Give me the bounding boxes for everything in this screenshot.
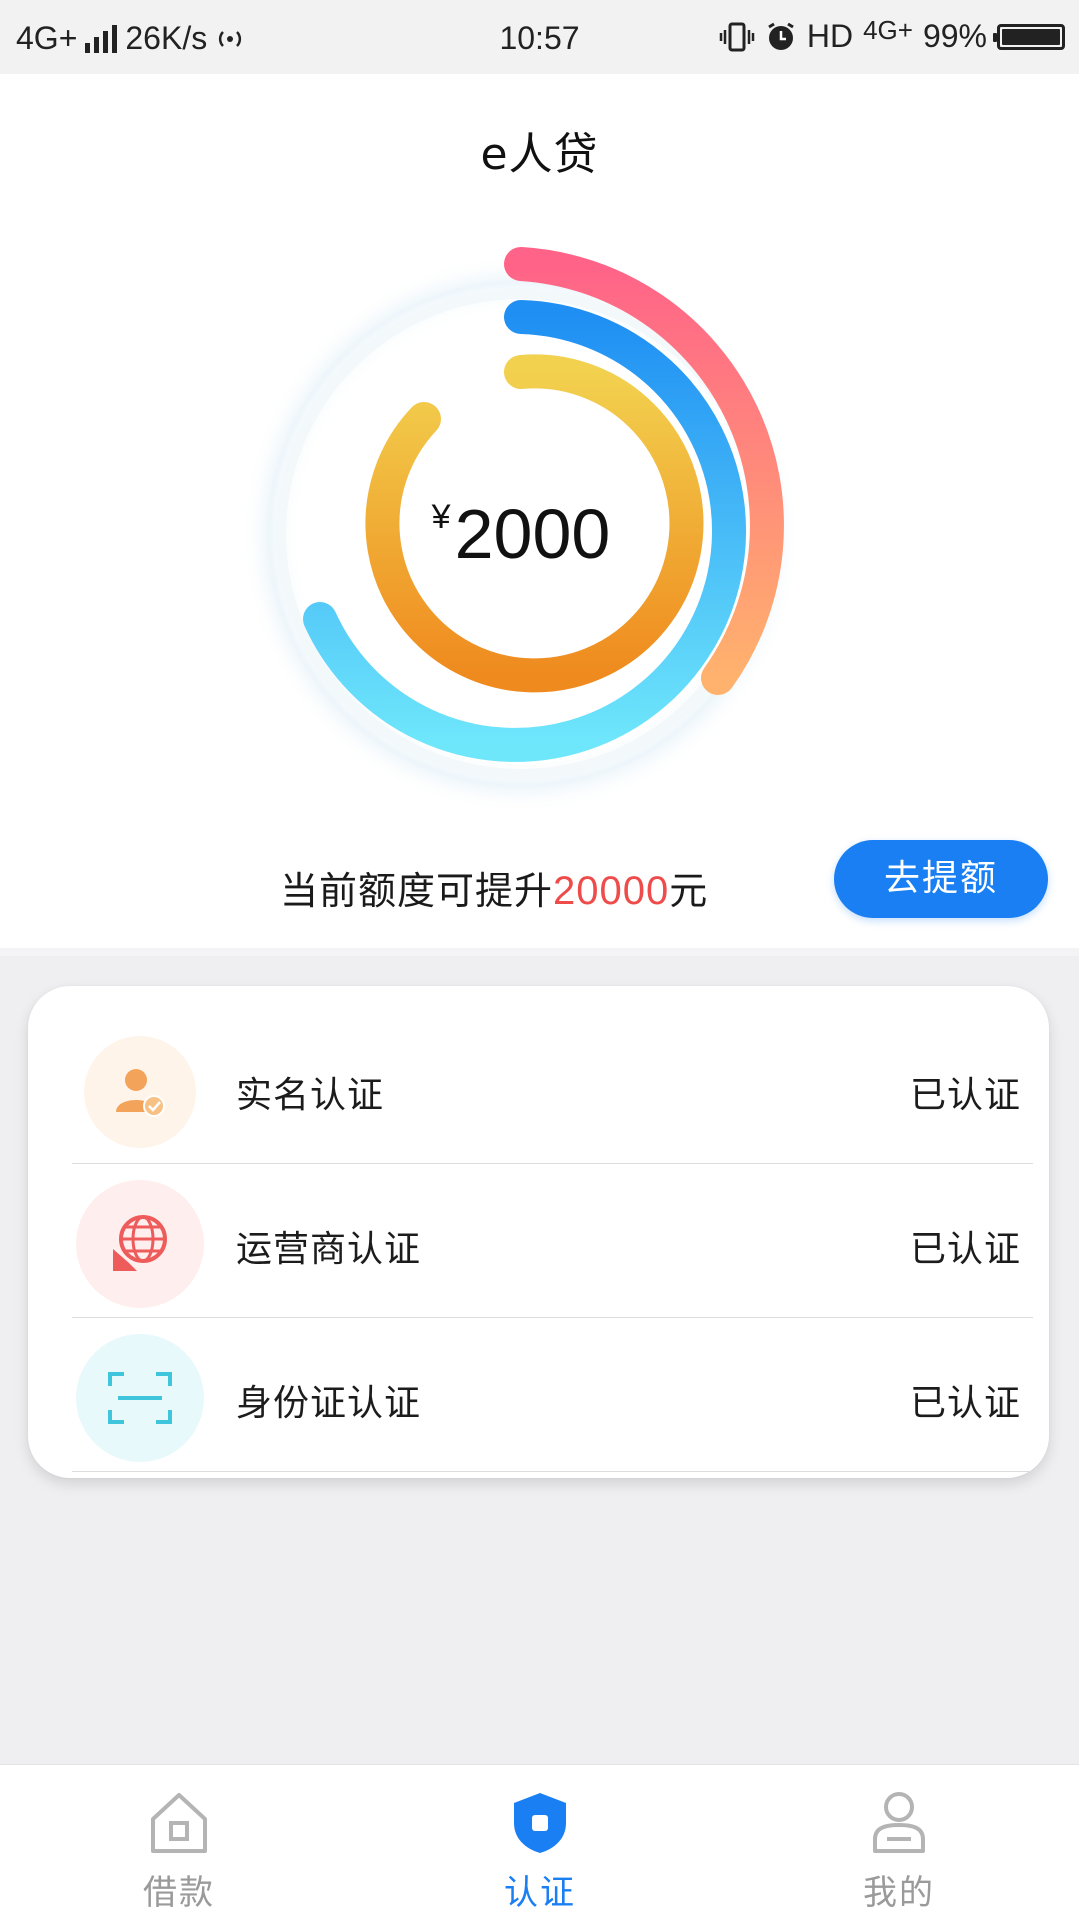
verification-row-idcard[interactable]: 身份证认证 已认证 [72, 1318, 1033, 1472]
verification-status: 已认证 [909, 1075, 1021, 1116]
credit-amount: ¥2000 [238, 494, 804, 574]
verification-status: 已认证 [909, 1383, 1021, 1424]
home-icon [151, 1793, 207, 1853]
divider [0, 948, 1079, 956]
verification-card: 实名认证 已认证 运营商认证 已认证 身份证认证 已认证 [28, 986, 1049, 1478]
credit-ring-chart: ¥2000 [238, 244, 804, 810]
shield-icon [514, 1793, 566, 1853]
currency-symbol: ¥ [431, 498, 451, 536]
user-check-icon [84, 1036, 196, 1148]
raise-limit-button[interactable]: 去提额 [834, 840, 1048, 918]
credit-hero: e人贷 ¥2000 当前额度可提升20000元 去提额 [0, 74, 1079, 948]
verification-status: 已认证 [909, 1229, 1021, 1270]
verification-label: 运营商认证 [236, 1229, 422, 1270]
nav-item-loan[interactable]: 借款 [49, 1765, 309, 1917]
page-title: e人贷 [480, 129, 599, 180]
verification-row-realname[interactable]: 实名认证 已认证 [72, 1010, 1033, 1164]
hd-indicator: HD [806, 18, 854, 54]
nav-item-mine[interactable]: 我的 [769, 1765, 1029, 1917]
scan-icon [76, 1334, 204, 1462]
bottom-nav: 借款 认证 我的 [0, 1764, 1079, 1917]
promo-amount: 20000 [553, 869, 670, 913]
status-bar: 4G+ 26K/s 10:57 HD 4G+ 99% [0, 0, 1079, 74]
battery-icon [993, 23, 1065, 50]
globe-icon [76, 1180, 204, 1308]
nav-item-verify[interactable]: 认证 [410, 1765, 670, 1917]
promo-prefix: 当前额度可提升 [280, 869, 554, 913]
nav-label: 认证 [504, 1873, 576, 1913]
promo-suffix: 元 [669, 869, 709, 913]
battery-percent: 99% [922, 18, 987, 54]
alarm-icon [768, 22, 794, 50]
profile-icon [873, 1792, 925, 1853]
nav-label: 借款 [143, 1873, 215, 1913]
nav-label: 我的 [863, 1873, 935, 1913]
vibrate-icon [719, 22, 755, 51]
raise-limit-text: 当前额度可提升20000元 [280, 860, 708, 915]
row-divider [72, 1471, 1033, 1472]
credit-amount-value: 2000 [454, 495, 611, 573]
verification-label: 实名认证 [236, 1075, 385, 1116]
network-type-right: 4G+ [863, 15, 913, 45]
verification-row-carrier[interactable]: 运营商认证 已认证 [72, 1164, 1033, 1318]
verification-label: 身份证认证 [236, 1383, 422, 1424]
